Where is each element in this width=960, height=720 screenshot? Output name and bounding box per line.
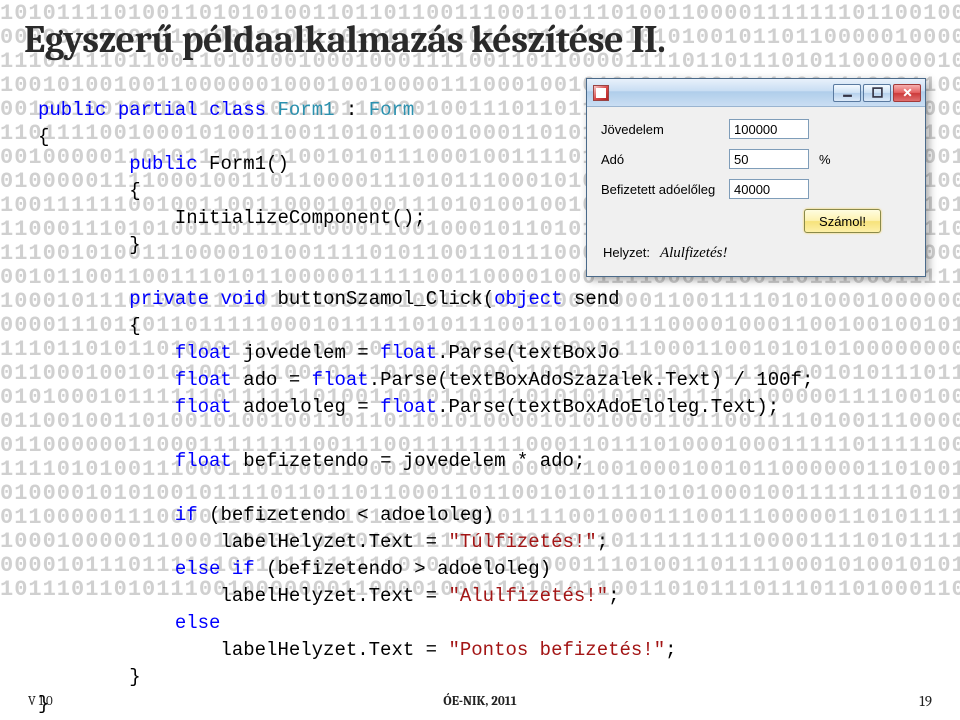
footer-page: 19 [792,692,932,710]
code: "Alulfizetés!" [448,585,608,607]
code: void [220,288,266,310]
code: float [380,396,437,418]
code: public [129,153,197,175]
input-eloleg[interactable] [729,179,809,199]
window-titlebar[interactable] [587,79,925,107]
code: adoeloleg = [232,396,380,418]
code: labelHelyzet.Text = [38,585,448,607]
window-buttons [833,84,921,102]
code: float [175,369,232,391]
code: } [38,234,141,256]
code: object [494,288,562,310]
code: float [312,369,369,391]
code: public [38,99,106,121]
label-eloleg: Befizetett adóelőleg [601,182,719,197]
code: send [563,288,620,310]
code: "Pontos befizetés!" [448,639,665,661]
close-icon [902,87,913,98]
form-body: Jövedelem Adó % Befizetett adóelőleg Szá… [587,107,925,276]
code: if [232,558,255,580]
code: ado = [232,369,312,391]
code: buttonSzamol_Click( [266,288,494,310]
code: { [38,126,49,148]
code: "Túlfizetés!" [448,531,596,553]
code: Form [369,99,415,121]
code: Form1() [198,153,289,175]
minimize-button[interactable] [833,84,861,102]
maximize-icon [872,87,883,98]
close-button[interactable] [893,84,921,102]
code: ; [608,585,619,607]
slide-title: Egyszerű példaalkalmazás készítése II. [24,18,936,62]
code: .Parse(textBoxAdoSzazalek.Text) / 100f; [369,369,814,391]
form-window: Jövedelem Adó % Befizetett adóelőleg Szá… [586,78,926,277]
footer-center: ÓE-NIK, 2011 [168,694,792,709]
code: else [175,558,221,580]
code: float [175,396,232,418]
code: else [175,612,221,634]
status-value: Alulfizetés! [660,245,728,262]
code: jovedelem = [232,342,380,364]
code: float [175,342,232,364]
code: float [175,450,232,472]
code: (befizetendo < adoeloleg) [198,504,494,526]
app-icon [593,85,609,101]
label-jovedelem: Jövedelem [601,122,719,137]
code: InitializeComponent(); [38,207,426,229]
minimize-icon [842,87,853,98]
row-status: Helyzet: Alulfizetés! [601,245,911,262]
code: .Parse(textBoxAdoEloleg.Text); [437,396,779,418]
input-jovedelem[interactable] [729,119,809,139]
footer: V 1.0 ÓE-NIK, 2011 19 [0,692,960,710]
code: ; [597,531,608,553]
code: private [129,288,209,310]
code: { [38,180,141,202]
code: labelHelyzet.Text = [38,639,448,661]
code: .Parse(textBoxJo [437,342,619,364]
code: float [380,342,437,364]
row-ado: Adó % [601,149,911,169]
footer-version: V 1.0 [28,694,168,709]
maximize-button[interactable] [863,84,891,102]
code: class [209,99,266,121]
code: { [38,315,141,337]
code: befizetendo = jovedelem * ado; [232,450,585,472]
status-label: Helyzet: [603,245,650,260]
label-ado: Adó [601,152,719,167]
label-ado-suffix: % [819,152,831,167]
code: (befizetendo > adoeloleg) [255,558,551,580]
row-calc: Számol! [601,209,881,233]
row-eloleg: Befizetett adóelőleg [601,179,911,199]
code: labelHelyzet.Text = [38,531,448,553]
code: partial [118,99,198,121]
input-ado[interactable] [729,149,809,169]
row-jovedelem: Jövedelem [601,119,911,139]
code: Form1 [277,99,334,121]
calculate-button[interactable]: Számol! [804,209,881,233]
code: } [38,666,141,688]
code: if [175,504,198,526]
code: ; [665,639,676,661]
